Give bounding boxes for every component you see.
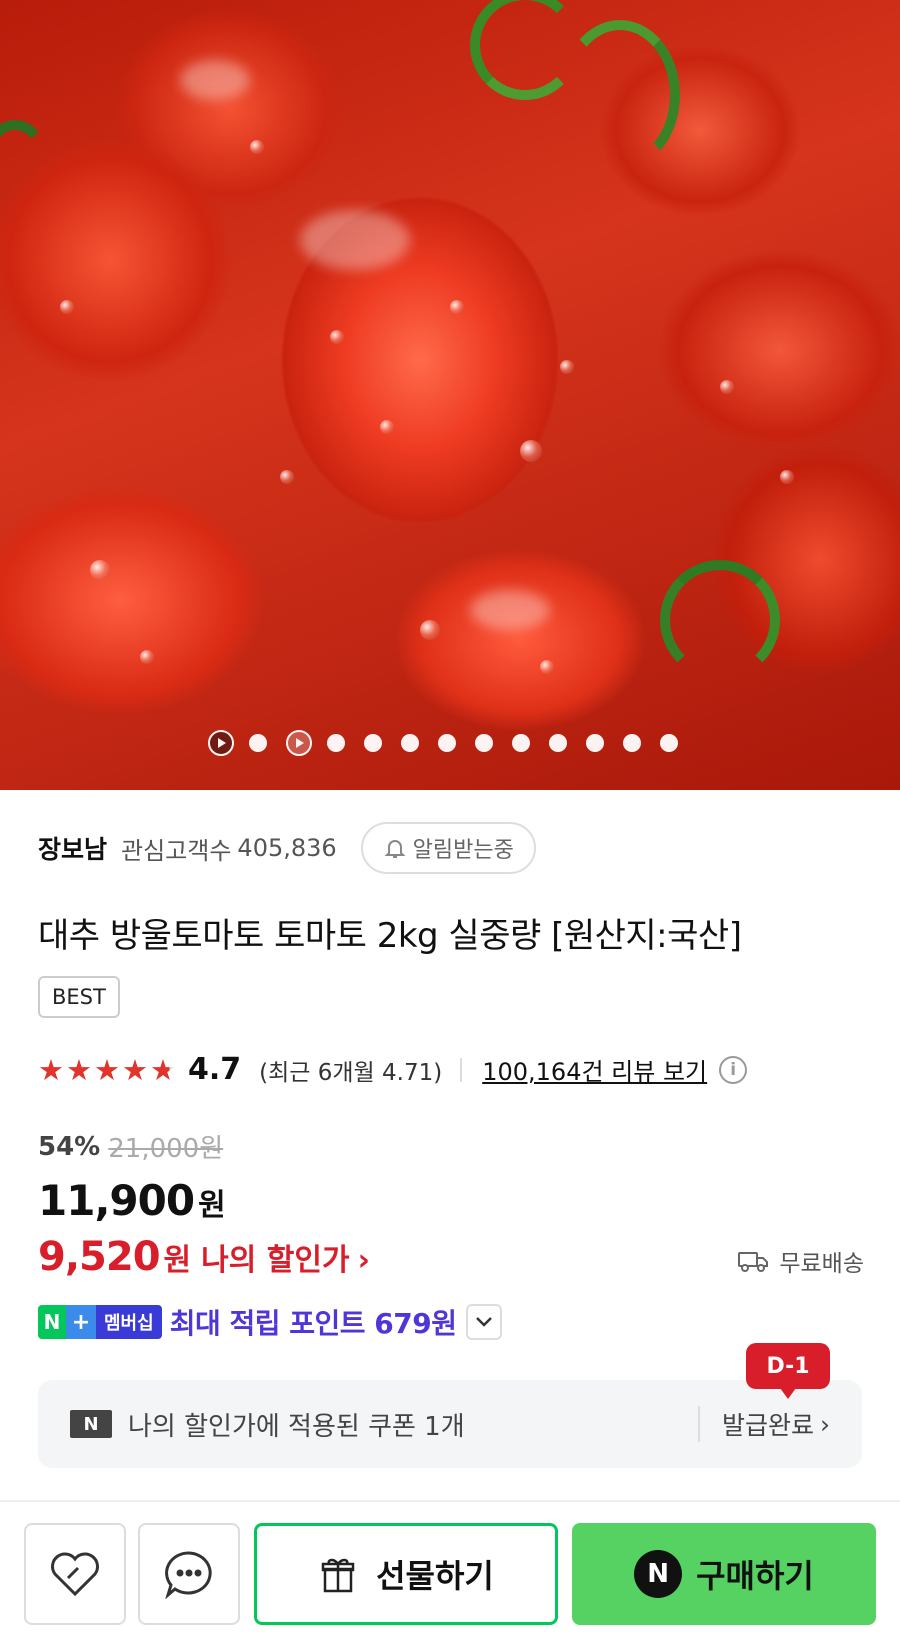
wishlist-button[interactable] bbox=[24, 1523, 126, 1625]
membership-points[interactable]: N + 멤버십 최대 적립 포인트 679원 bbox=[38, 1302, 503, 1342]
my-price-link[interactable]: 9,520 원 나의 할인가 › bbox=[38, 1234, 370, 1280]
original-price: 21,000원 bbox=[108, 1134, 224, 1164]
chevron-right-icon: › bbox=[820, 1409, 830, 1439]
price-row: 11,900 원 bbox=[38, 1176, 226, 1225]
carousel-dot[interactable] bbox=[401, 734, 419, 752]
buy-button[interactable]: N 구매하기 bbox=[572, 1523, 876, 1625]
sale-price: 11,900 bbox=[38, 1176, 195, 1225]
max-points-text: 최대 적립 포인트 679원 bbox=[169, 1307, 457, 1340]
gift-label: 선물하기 bbox=[376, 1557, 494, 1595]
carousel-dot[interactable] bbox=[438, 734, 456, 752]
star-icon: ★ bbox=[94, 1052, 120, 1087]
star-icon: ★ bbox=[150, 1052, 176, 1087]
coupon-status: 발급완료 bbox=[721, 1411, 814, 1440]
chevron-down-icon bbox=[476, 1317, 493, 1327]
best-badge: BEST bbox=[38, 976, 120, 1018]
review-link[interactable]: 100,164건 리뷰 보기 bbox=[482, 1052, 707, 1087]
bell-icon bbox=[384, 840, 406, 858]
chevron-right-icon: › bbox=[357, 1243, 370, 1278]
video-play-indicator[interactable] bbox=[208, 730, 234, 756]
carousel-dot[interactable] bbox=[364, 734, 382, 752]
followers-label: 관심고객수 bbox=[121, 836, 232, 865]
carousel-dot[interactable] bbox=[475, 734, 493, 752]
alarm-label: 알림받는중 bbox=[412, 838, 514, 863]
gift-icon bbox=[321, 1558, 355, 1593]
divider bbox=[460, 1057, 463, 1082]
recent-rating: (최근 6개월 4.71) bbox=[259, 1059, 443, 1086]
star-icon: ★ bbox=[122, 1052, 148, 1087]
chat-icon bbox=[165, 1551, 212, 1599]
water-drop bbox=[720, 380, 734, 394]
rating-row: ★ ★ ★ ★ ★ 4.7 (최근 6개월 4.71) 100,164건 리뷰 … bbox=[38, 1052, 748, 1087]
highlight bbox=[180, 60, 250, 100]
water-drop bbox=[280, 470, 294, 484]
naver-coupon-icon: N bbox=[70, 1410, 112, 1438]
video-play-indicator[interactable] bbox=[286, 730, 312, 756]
tomato-stem-shape bbox=[560, 20, 680, 170]
coupon-box[interactable]: N 나의 할인가에 적용된 쿠폰 1개 발급완료 › bbox=[38, 1380, 862, 1468]
carousel-dot[interactable] bbox=[660, 734, 678, 752]
star-icon: ★ bbox=[38, 1052, 64, 1087]
water-drop bbox=[780, 470, 794, 484]
gift-button[interactable]: 선물하기 bbox=[254, 1523, 558, 1625]
water-drop bbox=[330, 330, 344, 344]
divider bbox=[697, 1406, 700, 1442]
product-image-carousel[interactable] bbox=[0, 0, 900, 790]
buy-label: 구매하기 bbox=[696, 1557, 814, 1595]
naver-plus-badge: N + 멤버십 bbox=[38, 1305, 162, 1339]
membership-label: 멤버십 bbox=[96, 1305, 162, 1339]
water-drop bbox=[140, 650, 154, 664]
alarm-button[interactable]: 알림받는중 bbox=[360, 822, 536, 874]
water-drop bbox=[420, 620, 440, 640]
rating-value: 4.7 bbox=[188, 1052, 242, 1087]
water-drop bbox=[380, 420, 394, 434]
heart-icon bbox=[51, 1552, 99, 1597]
store-name[interactable]: 장보남 bbox=[38, 830, 107, 866]
info-icon[interactable]: i bbox=[719, 1055, 748, 1084]
water-drop bbox=[60, 300, 74, 314]
naver-n-icon: N bbox=[38, 1305, 66, 1339]
my-price-label: 나의 할인가 bbox=[201, 1243, 350, 1278]
deadline-badge: D-1 bbox=[746, 1343, 830, 1399]
shipping-label: 무료배송 bbox=[779, 1251, 864, 1277]
plus-icon: + bbox=[66, 1305, 96, 1339]
expand-button[interactable] bbox=[466, 1304, 503, 1340]
my-price-unit: 원 bbox=[163, 1243, 192, 1278]
carousel-dot[interactable] bbox=[623, 734, 641, 752]
discount-percent: 54% bbox=[38, 1131, 101, 1162]
truck-icon bbox=[738, 1252, 769, 1272]
chat-button[interactable] bbox=[138, 1523, 240, 1625]
water-drop bbox=[450, 300, 464, 314]
coupon-text: 나의 할인가에 적용된 쿠폰 1개 bbox=[128, 1411, 465, 1442]
carousel-dot[interactable] bbox=[327, 734, 345, 752]
free-shipping: 무료배송 bbox=[737, 1244, 864, 1278]
product-title: 대추 방울토마토 토마토 2kg 실중량 [원산지:국산] bbox=[38, 916, 742, 956]
carousel-dot[interactable] bbox=[512, 734, 530, 752]
water-drop bbox=[90, 560, 110, 580]
water-drop bbox=[540, 660, 554, 674]
water-drop bbox=[520, 440, 542, 462]
highlight bbox=[300, 210, 410, 270]
store-info: 장보남 관심고객수 405,836 알림받는중 bbox=[38, 822, 536, 874]
carousel-dot[interactable] bbox=[586, 734, 604, 752]
product-page: 장보남 관심고객수 405,836 알림받는중 대추 방울토마토 토마토 2kg… bbox=[0, 0, 900, 1649]
water-drop bbox=[560, 360, 574, 374]
carousel-indicator bbox=[208, 730, 697, 756]
carousel-dot[interactable] bbox=[549, 734, 567, 752]
highlight bbox=[470, 590, 550, 630]
price-unit: 원 bbox=[198, 1188, 226, 1223]
my-price: 9,520 bbox=[38, 1234, 161, 1280]
rating-stars: ★ ★ ★ ★ ★ bbox=[38, 1052, 178, 1087]
tomato-stem-shape bbox=[660, 560, 780, 680]
discount-row: 54% 21,000원 bbox=[38, 1128, 223, 1165]
star-icon: ★ bbox=[66, 1052, 92, 1087]
followers-count: 405,836 bbox=[237, 834, 337, 862]
naver-pay-icon: N bbox=[634, 1550, 683, 1598]
water-drop bbox=[250, 140, 264, 154]
tomato-stem-shape bbox=[0, 120, 50, 210]
carousel-dot[interactable] bbox=[249, 734, 267, 752]
